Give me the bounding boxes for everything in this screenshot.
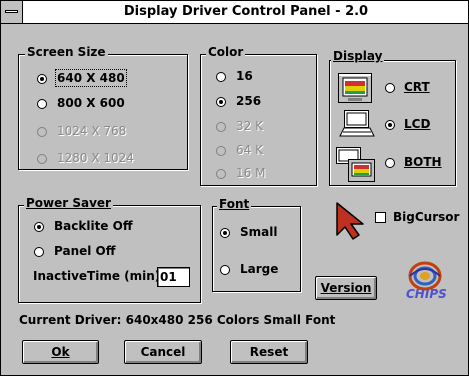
font-label: Font <box>217 197 252 211</box>
reset-button[interactable]: Reset <box>230 340 308 364</box>
radio-font-large[interactable] <box>220 265 230 275</box>
radio-800x600-label: 800 X 600 <box>57 96 125 110</box>
color-label: Color <box>206 45 246 59</box>
big-cursor-checkbox[interactable] <box>375 212 386 223</box>
radio-backlite-off[interactable] <box>34 222 44 232</box>
arrow-cursor-icon <box>334 201 368 245</box>
current-driver-status: Current Driver: 640x480 256 Colors Small… <box>19 313 336 327</box>
radio-color-32k[interactable] <box>216 122 226 132</box>
radio-color-32k-label: 32 K <box>236 119 263 133</box>
inactive-time-label: InactiveTime (min): <box>33 269 166 283</box>
title-bar: Display Driver Control Panel - 2.0 <box>1 1 468 24</box>
system-menu-icon <box>5 10 18 13</box>
system-menu-button[interactable] <box>1 1 23 23</box>
radio-backlite-off-label: Backlite Off <box>54 219 133 233</box>
power-saver-label: Power Saver <box>24 196 113 210</box>
radio-display-both-label: BOTH <box>404 155 442 169</box>
radio-1280x1024-label: 1280 X 1024 <box>57 151 134 165</box>
display-label: Display <box>331 49 385 63</box>
radio-800x600[interactable] <box>37 99 47 109</box>
radio-color-16-label: 16 <box>236 69 253 83</box>
version-button-label: Version <box>320 281 372 295</box>
laptop-lcd-icon <box>339 110 375 142</box>
reset-button-label: Reset <box>249 345 289 359</box>
radio-color-16m[interactable] <box>216 169 226 179</box>
cancel-button-label: Cancel <box>140 345 186 359</box>
window-title: Display Driver Control Panel - 2.0 <box>123 4 369 19</box>
dialog-window: Display Driver Control Panel - 2.0 Scree… <box>0 0 469 376</box>
big-cursor-label: BigCursor <box>393 210 460 224</box>
cancel-button[interactable]: Cancel <box>124 340 202 364</box>
font-label-text: Font <box>219 197 250 211</box>
radio-display-crt-label: CRT <box>404 80 430 94</box>
ok-button[interactable]: Ok <box>22 340 99 364</box>
radio-640x480[interactable] <box>37 74 47 84</box>
both-displays-icon <box>336 147 376 187</box>
radio-640x480-label: 640 X 480 <box>55 69 127 87</box>
radio-color-256-label: 256 <box>236 94 262 108</box>
inactive-time-input[interactable]: 01 <box>157 267 190 287</box>
font-group <box>212 206 301 292</box>
radio-color-16m-label: 16 M <box>236 166 266 180</box>
display-label-text: Display <box>333 49 383 63</box>
radio-1280x1024[interactable] <box>37 154 47 164</box>
chips-logo-icon: CHIPS <box>402 260 448 306</box>
power-saver-label-text: Power Saver <box>26 196 111 210</box>
radio-font-small-label: Small <box>240 225 278 239</box>
radio-display-crt[interactable] <box>385 83 395 93</box>
radio-display-lcd-label: LCD <box>404 117 431 131</box>
radio-panel-off-label: Panel Off <box>54 244 116 258</box>
radio-color-64k-label: 64 K <box>236 143 263 157</box>
radio-color-256[interactable] <box>216 97 226 107</box>
ok-button-label: Ok <box>51 345 70 359</box>
radio-font-large-label: Large <box>240 262 279 276</box>
radio-color-64k[interactable] <box>216 146 226 156</box>
crt-monitor-icon <box>338 73 372 107</box>
chips-logo-text: CHIPS <box>406 287 447 301</box>
radio-color-16[interactable] <box>216 72 226 82</box>
radio-display-lcd[interactable] <box>385 120 395 130</box>
radio-1024x768[interactable] <box>37 127 47 137</box>
radio-panel-off[interactable] <box>34 247 44 257</box>
radio-1024x768-label: 1024 X 768 <box>57 124 127 138</box>
radio-display-both[interactable] <box>385 158 395 168</box>
version-button[interactable]: Version <box>315 276 377 300</box>
screen-size-label: Screen Size <box>25 45 108 59</box>
radio-font-small[interactable] <box>220 228 230 238</box>
